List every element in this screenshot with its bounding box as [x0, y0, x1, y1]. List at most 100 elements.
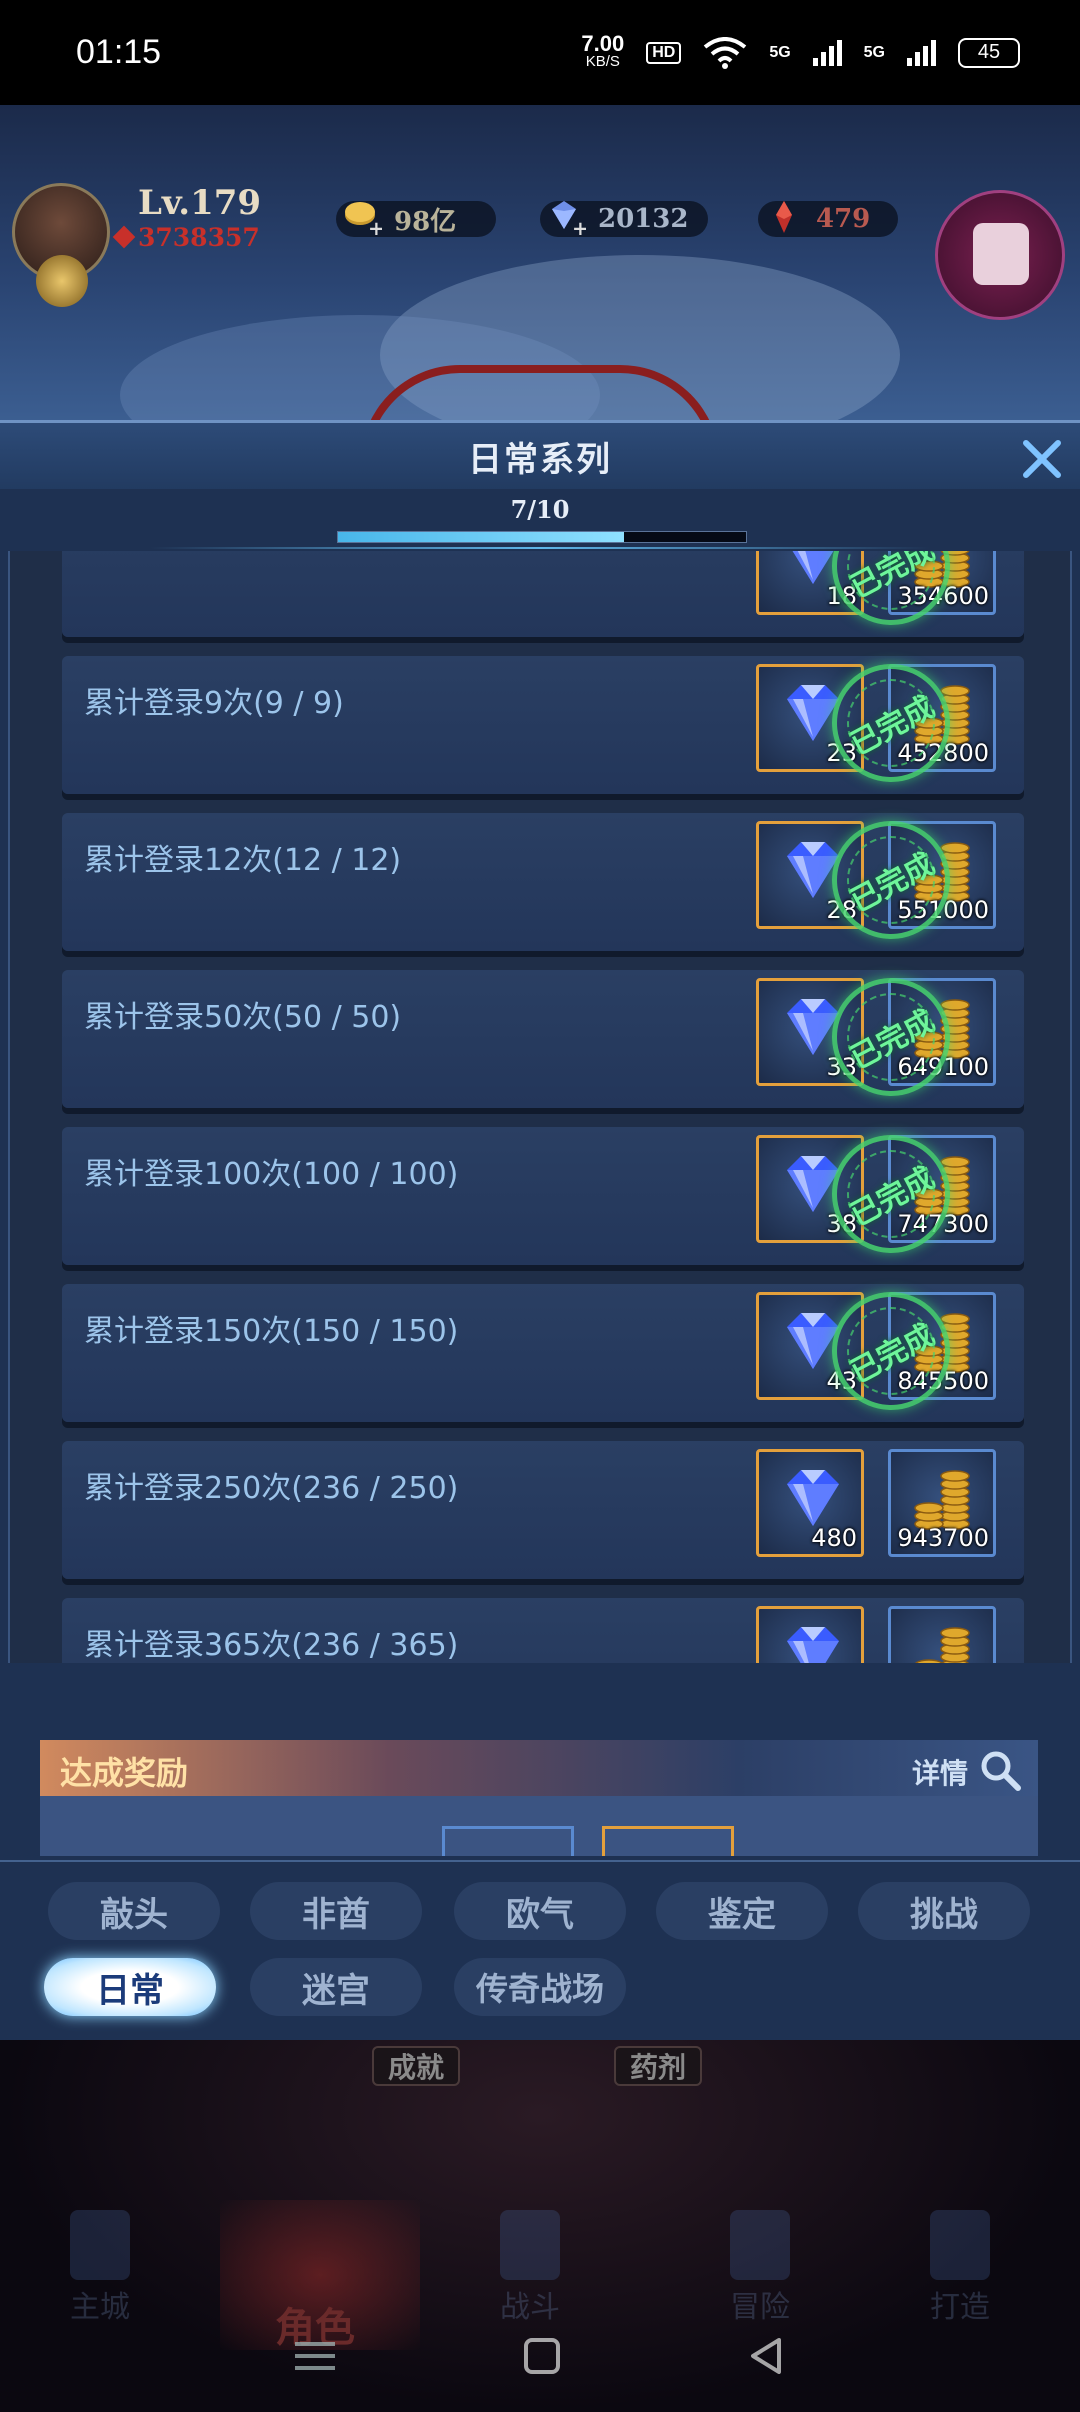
gem-amount: 28 — [826, 896, 857, 924]
game-hud: Lv.179 3738357 + 98亿 + 20132 479 — [0, 105, 1080, 425]
gold-amount: 98亿 — [394, 206, 457, 237]
gem-amount: 43 — [826, 1367, 857, 1395]
swords-icon — [500, 2210, 560, 2280]
achievement-title: 达成奖励 — [60, 1754, 189, 1792]
gem-reward[interactable]: 33 — [756, 978, 864, 1086]
progress-label: 7/10 — [510, 495, 570, 524]
gem-reward[interactable]: 18 — [756, 551, 864, 615]
system-nav-bar — [0, 2300, 1080, 2412]
coin-amount: 845500 — [897, 1367, 989, 1395]
gem-reward[interactable]: 43 — [756, 1292, 864, 1400]
coin-amount: 747300 — [897, 1210, 989, 1238]
task-row: 18 354600 已完成 — [62, 551, 1024, 646]
gem-reward[interactable]: 38 — [756, 1135, 864, 1243]
task-label: 累计登录9次(9 / 9) — [84, 686, 344, 721]
task-row: 累计登录12次(12 / 12) 28 551000 已完成 — [62, 800, 1024, 960]
gem-amount: 480 — [811, 1524, 857, 1552]
status-icons: 7.00 KB/S HD 5G 5G 45 — [581, 30, 1020, 71]
gem-reward[interactable]: 28 — [756, 821, 864, 929]
search-icon[interactable] — [978, 1748, 1022, 1792]
home-icon[interactable] — [522, 2336, 562, 2376]
coin-reward[interactable]: 452800 — [888, 664, 996, 772]
task-row: 累计登录250次(236 / 250) 480 943700 — [62, 1441, 1024, 1579]
task-row: 累计登录150次(150 / 150) 43 845500 已完成 — [62, 1271, 1024, 1431]
gem-icon: + — [552, 201, 586, 237]
wifi-icon — [704, 36, 747, 69]
potion-badge[interactable]: 药剂 — [614, 2046, 703, 2086]
coin-reward[interactable]: 747300 — [888, 1135, 996, 1243]
tab-jianding[interactable]: 鉴定 — [656, 1882, 828, 1940]
task-row: 累计登录365次(236 / 365) 530 1041900 — [62, 1598, 1024, 1663]
coin-amount: 649100 — [897, 1053, 989, 1081]
event-scroll-button[interactable] — [935, 190, 1065, 320]
diamond-icon — [787, 1627, 839, 1663]
coin-reward[interactable]: 845500 — [888, 1292, 996, 1400]
coin-amount: 452800 — [897, 739, 989, 767]
net-speed: 7.00 KB/S — [581, 30, 625, 71]
battery-level: 45 — [977, 41, 1001, 63]
divider — [150, 547, 930, 549]
gem-amount: 33 — [826, 1053, 857, 1081]
task-row: 累计登录50次(50 / 50) 33 649100 已完成 — [62, 957, 1024, 1117]
gem-reward[interactable]: 23 — [756, 664, 864, 772]
signal-icon-2 — [907, 39, 936, 66]
hd-icon: HD — [646, 41, 682, 64]
coin-reward[interactable]: 551000 — [888, 821, 996, 929]
combat-power: 3738357 — [112, 223, 260, 252]
tab-migong[interactable]: 迷宫 — [250, 1958, 422, 2016]
net-speed-value: 7.00 — [581, 30, 625, 56]
anvil-icon — [930, 2210, 990, 2280]
ruby-resource[interactable]: 479 — [758, 201, 898, 237]
task-label: 累计登录365次(236 / 365) — [84, 1628, 459, 1663]
signal-5g-label-1: 5G — [769, 43, 791, 61]
progress-bar — [337, 531, 747, 543]
tab-qiaotou[interactable]: 敲头 — [48, 1882, 220, 1940]
player-level: Lv.179 — [138, 183, 262, 223]
task-row: 累计登录9次(9 / 9) 23 452800 已完成 — [62, 643, 1024, 803]
net-speed-unit: KB/S — [585, 52, 620, 70]
tab-tiaozhan[interactable]: 挑战 — [858, 1882, 1030, 1940]
coin-reward[interactable]: 649100 — [888, 978, 996, 1086]
gold-coins-icon — [915, 1627, 970, 1663]
gold-coin-icon: + — [345, 202, 382, 237]
detail-link[interactable]: 详情 — [912, 1752, 968, 1792]
gem-amount: 20132 — [598, 204, 689, 234]
status-bar: 01:15 7.00 KB/S HD 5G 5G 45 — [0, 0, 1080, 105]
tab-daily[interactable]: 日常 — [44, 1958, 216, 2016]
category-tabs: 敲头 非酋 欧气 鉴定 挑战 日常 迷宫 传奇战场 — [0, 1860, 1080, 2040]
signal-5g-label-2: 5G — [863, 43, 885, 61]
gem-amount: 23 — [826, 739, 857, 767]
gem-resource[interactable]: + 20132 — [540, 201, 708, 237]
task-row: 累计登录100次(100 / 100) 38 747300 已完成 — [62, 1114, 1024, 1274]
gem-reward[interactable]: 480 — [756, 1449, 864, 1557]
task-label: 累计登录50次(50 / 50) — [84, 1000, 402, 1035]
tab-ouqi[interactable]: 欧气 — [454, 1882, 626, 1940]
coin-amount: 551000 — [897, 896, 989, 924]
coin-reward[interactable]: 943700 — [888, 1449, 996, 1557]
achievement-badge[interactable]: 成就 — [372, 2046, 461, 2086]
task-list[interactable]: 18 354600 已完成 累计登录9次(9 / 9) 23 452800 已完成 累计登录1… — [8, 551, 1072, 1663]
tab-legend-battlefield[interactable]: 传奇战场 — [454, 1958, 626, 2016]
svg-text:+: + — [572, 216, 586, 237]
gem-reward[interactable]: 530 — [756, 1606, 864, 1663]
battery-icon: 45 — [958, 37, 1020, 68]
menu-icon[interactable] — [293, 2336, 337, 2376]
tab-feiqiu[interactable]: 非酋 — [250, 1882, 422, 1940]
gem-amount: 38 — [826, 1210, 857, 1238]
back-icon[interactable] — [747, 2336, 787, 2376]
achievement-reward-slot[interactable] — [602, 1826, 734, 1856]
panel-header: 日常系列 — [0, 423, 1080, 489]
coin-reward[interactable]: 1041900 — [888, 1606, 996, 1663]
achievement-reward-slot[interactable] — [442, 1826, 574, 1856]
coin-reward[interactable]: 354600 — [888, 551, 996, 615]
task-label: 累计登录150次(150 / 150) — [84, 1314, 459, 1349]
gem-amount: 18 — [826, 582, 857, 610]
bottom-nav: 主城 战斗 冒险 打造 — [0, 2190, 1080, 2325]
coin-amount: 943700 — [897, 1524, 989, 1552]
signal-icon-1 — [812, 39, 842, 66]
castle-icon — [70, 2210, 130, 2280]
gold-resource[interactable]: + 98亿 — [336, 201, 496, 237]
close-icon[interactable] — [1018, 435, 1066, 483]
clock: 01:15 — [76, 33, 162, 71]
coin-amount: 354600 — [897, 582, 989, 610]
